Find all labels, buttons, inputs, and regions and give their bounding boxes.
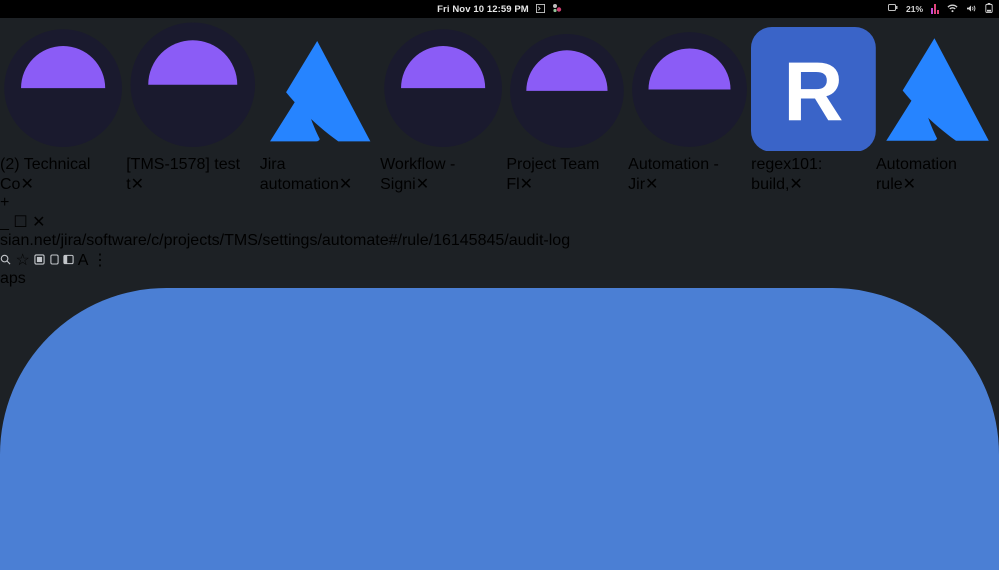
browser-tab-2[interactable]: Jira automation✕ — [260, 31, 380, 194]
menu-kebab-icon[interactable]: ⋮ — [92, 252, 108, 269]
terminal-icon[interactable] — [535, 3, 545, 15]
extension-icon[interactable] — [34, 252, 49, 269]
tab-title: Jira automation — [259, 156, 339, 194]
svg-text:T: T — [322, 511, 678, 570]
tab-title: Automation rule — [875, 156, 957, 194]
browser-tab-3[interactable]: Workflow - Signi✕ — [380, 25, 506, 194]
jira-icon — [0, 29, 126, 155]
tab-close-icon[interactable]: ✕ — [789, 176, 802, 193]
profile-avatar[interactable]: A — [78, 252, 88, 269]
tab-title: regex101: build, — [751, 156, 823, 194]
browser-tab-4[interactable]: Project Team Fl✕ — [506, 30, 628, 195]
activity-icon[interactable] — [552, 3, 562, 15]
tab-title: Automation - Jir — [628, 156, 719, 194]
browser-tab-strip: (2) Technical Co✕ [TMS-1578] test t✕ Jira … — [0, 18, 999, 232]
browser-tab-1[interactable]: [TMS-1578] test t✕ — [126, 18, 259, 194]
tab-close-icon[interactable]: ✕ — [339, 176, 352, 193]
atlassian-icon — [876, 38, 999, 155]
url-text: sian.net/jira/software/c/projects/TMS/se… — [0, 232, 571, 250]
os-status-icons: 21% — [887, 3, 993, 15]
regex-icon: R — [751, 26, 876, 155]
battery-percent: 21% — [905, 4, 923, 14]
jira-purple-icon — [628, 32, 751, 155]
browser-tab-6[interactable]: Rregex101: build,✕ — [751, 26, 876, 195]
screen-record-icon[interactable] — [887, 3, 898, 15]
tab-close-icon[interactable]: ✕ — [20, 176, 33, 193]
zoom-icon[interactable] — [0, 252, 15, 269]
tab-close-icon[interactable]: ✕ — [903, 176, 916, 193]
jira-purple-icon — [380, 29, 506, 155]
browser-tab-0[interactable]: (2) Technical Co✕ — [0, 25, 126, 194]
bookmark-label: aps — [0, 270, 26, 288]
jira-purple-icon — [126, 22, 259, 155]
address-bar[interactable]: sian.net/jira/software/c/projects/TMS/se… — [0, 232, 999, 250]
browser-omnibox-row: sian.net/jira/software/c/projects/TMS/se… — [0, 232, 999, 270]
bookmark-star-icon[interactable]: ☆ — [15, 252, 29, 269]
tab-close-icon[interactable]: ✕ — [520, 176, 533, 193]
wifi-icon[interactable] — [947, 4, 958, 15]
bookmark-item-0[interactable]: aps — [0, 270, 26, 287]
close-window-button[interactable]: ✕ — [32, 214, 45, 231]
atlassian-icon — [260, 41, 380, 155]
new-tab-button[interactable]: + — [0, 194, 9, 211]
install-icon[interactable] — [50, 252, 63, 269]
tab-close-icon[interactable]: ✕ — [131, 176, 144, 193]
minimize-button[interactable]: _ — [0, 214, 9, 231]
window-controls: _ ☐ ✕ — [0, 212, 999, 232]
jira-purple-icon — [506, 33, 628, 155]
tab-title: (2) Technical Co — [0, 156, 91, 194]
bookmarks-bar: apsTTraduImportedMARIUSMySignicatIT Supp… — [0, 270, 999, 570]
svg-text:R: R — [784, 45, 844, 138]
tab-close-icon[interactable]: ✕ — [645, 176, 658, 193]
sidebar-icon[interactable] — [63, 252, 78, 269]
equalizer-icon — [931, 4, 939, 14]
browser-tab-7[interactable]: Automation rule✕ — [876, 28, 999, 194]
os-menu-bar: Fri Nov 10 12:59 PM 21% — [0, 0, 999, 18]
restore-button[interactable]: ☐ — [13, 214, 27, 231]
os-clock-group: Fri Nov 10 12:59 PM — [0, 3, 999, 15]
volume-icon[interactable] — [966, 4, 977, 15]
browser-tab-5[interactable]: Automation - Jir✕ — [628, 28, 751, 194]
tab-close-icon[interactable]: ✕ — [416, 176, 429, 193]
os-clock: Fri Nov 10 12:59 PM — [437, 3, 529, 15]
battery-icon[interactable] — [985, 3, 993, 15]
